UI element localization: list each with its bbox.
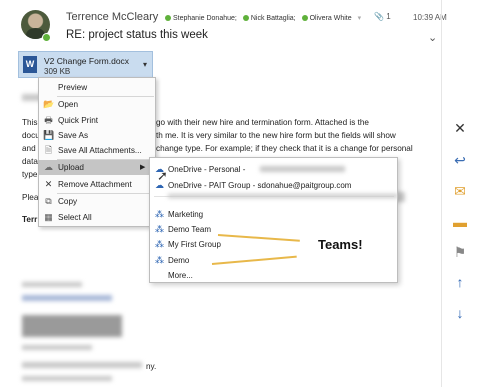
word-icon: W bbox=[23, 56, 37, 73]
menu-item-save-as[interactable]: 💾 Save As bbox=[39, 128, 155, 143]
down-arrow-icon[interactable]: ↓ bbox=[451, 305, 469, 321]
submenu-item-onedrive-pait[interactable]: ☁ OneDrive - PAIT Group - sdonahue@paitg… bbox=[150, 178, 397, 193]
paperclip-icon: 📎 bbox=[374, 12, 384, 21]
right-panel-divider bbox=[441, 0, 442, 387]
blurred-text bbox=[22, 315, 122, 337]
body-line: change type. For example; if they check … bbox=[156, 144, 413, 153]
presence-dot-icon bbox=[242, 14, 249, 21]
mouse-cursor-icon: ➚ bbox=[157, 168, 168, 183]
blurred-text bbox=[22, 362, 142, 368]
submenu-item-marketing[interactable]: ⁂ Marketing bbox=[150, 207, 397, 222]
print-icon: 🖶 bbox=[44, 115, 53, 125]
up-arrow-icon[interactable]: ↑ bbox=[451, 274, 469, 290]
select-all-icon: ▦ bbox=[44, 212, 53, 222]
menu-item-quick-print[interactable]: 🖶 Quick Print bbox=[39, 113, 155, 128]
open-folder-icon: 📂 bbox=[43, 99, 55, 109]
save-all-icon: 🗎 bbox=[44, 145, 53, 155]
recipients-more-icon[interactable]: ▾ bbox=[358, 14, 362, 22]
menu-item-upload[interactable]: ☁ Upload ▶ bbox=[39, 160, 155, 175]
menu-item-select-all[interactable]: ▦ Select All bbox=[39, 210, 155, 225]
attachment-context-menu: Preview 📂 Open 🖶 Quick Print 💾 Save As 🗎… bbox=[38, 77, 156, 227]
body-line: and bbox=[22, 144, 36, 153]
annotation-label: Teams! bbox=[318, 237, 363, 252]
upload-submenu: ☁ OneDrive - Personal - ☁ OneDrive - PAI… bbox=[149, 157, 398, 283]
body-line: data bbox=[22, 157, 38, 166]
group-icon: ⁂ bbox=[155, 239, 164, 249]
body-line: go with their new hire and termination f… bbox=[156, 118, 369, 127]
attachment-name: V2 Change Form.docx bbox=[44, 56, 130, 66]
group-icon: ⁂ bbox=[155, 255, 164, 265]
close-icon[interactable]: ✕ bbox=[451, 120, 469, 136]
attachment-size: 309 KB bbox=[44, 67, 71, 76]
body-line: This bbox=[22, 118, 38, 127]
expand-header-chevron-icon[interactable]: ⌄ bbox=[428, 31, 437, 44]
submenu-item-more[interactable]: More... bbox=[150, 268, 397, 283]
blurred-text bbox=[22, 376, 112, 381]
menu-item-copy[interactable]: ⧉ Copy bbox=[39, 194, 155, 209]
blurred-text bbox=[22, 282, 82, 287]
blurred-text bbox=[22, 345, 92, 350]
body-line: ny. bbox=[146, 362, 157, 371]
attachment-dropdown-chevron-icon[interactable]: ▾ bbox=[143, 60, 147, 69]
copy-icon: ⧉ bbox=[45, 196, 52, 206]
recipients-list: Stephanie Donahue; Nick Battaglia; Olive… bbox=[165, 14, 361, 22]
attachment-card[interactable]: W V2 Change Form.docx 309 KB ▾ bbox=[18, 51, 153, 78]
attachment-count: 📎 1 bbox=[374, 12, 391, 21]
submenu-item-demo[interactable]: ⁂ Demo bbox=[150, 253, 397, 268]
recipient-nick[interactable]: Nick Battaglia; bbox=[242, 14, 296, 22]
body-line: type bbox=[22, 170, 38, 179]
presence-dot-icon bbox=[165, 14, 171, 21]
reply-icon[interactable]: ↩ bbox=[451, 152, 469, 168]
signature: Terr bbox=[22, 215, 38, 224]
menu-item-preview[interactable]: Preview bbox=[39, 80, 155, 95]
envelope-icon[interactable]: ✉ bbox=[451, 183, 469, 199]
upload-icon: ☁ bbox=[44, 162, 53, 172]
save-icon: 💾 bbox=[43, 130, 55, 140]
group-icon: ⁂ bbox=[155, 209, 164, 219]
remove-icon: ✕ bbox=[44, 179, 53, 189]
submenu-arrow-icon: ▶ bbox=[140, 164, 146, 171]
group-icon: ⁂ bbox=[155, 224, 164, 234]
presence-status-icon bbox=[42, 33, 51, 42]
blurred-text bbox=[168, 194, 398, 198]
recipient-stephanie[interactable]: Stephanie Donahue; bbox=[165, 15, 237, 22]
blurred-text bbox=[22, 295, 112, 301]
blurred-text bbox=[260, 166, 345, 172]
menu-item-save-all[interactable]: 🗎 Save All Attachments... bbox=[39, 143, 155, 158]
flag-icon[interactable]: ⚑ bbox=[451, 244, 469, 260]
move-to-folder-icon[interactable]: ▬ bbox=[451, 214, 469, 230]
message-subject: RE: project status this week bbox=[66, 29, 208, 41]
sender-name[interactable]: Terrence McCleary bbox=[66, 11, 158, 23]
greeting: Plea bbox=[22, 193, 39, 202]
body-line: th me. It is very similar to the new hir… bbox=[156, 131, 396, 140]
menu-item-remove-attachment[interactable]: ✕ Remove Attachment bbox=[39, 177, 155, 192]
recipient-olivera[interactable]: Olivera White bbox=[301, 14, 352, 22]
submenu-item-demo-team[interactable]: ⁂ Demo Team bbox=[150, 222, 397, 237]
presence-dot-icon bbox=[301, 14, 308, 21]
preview-icon bbox=[43, 82, 54, 93]
menu-item-open[interactable]: 📂 Open bbox=[39, 97, 155, 112]
